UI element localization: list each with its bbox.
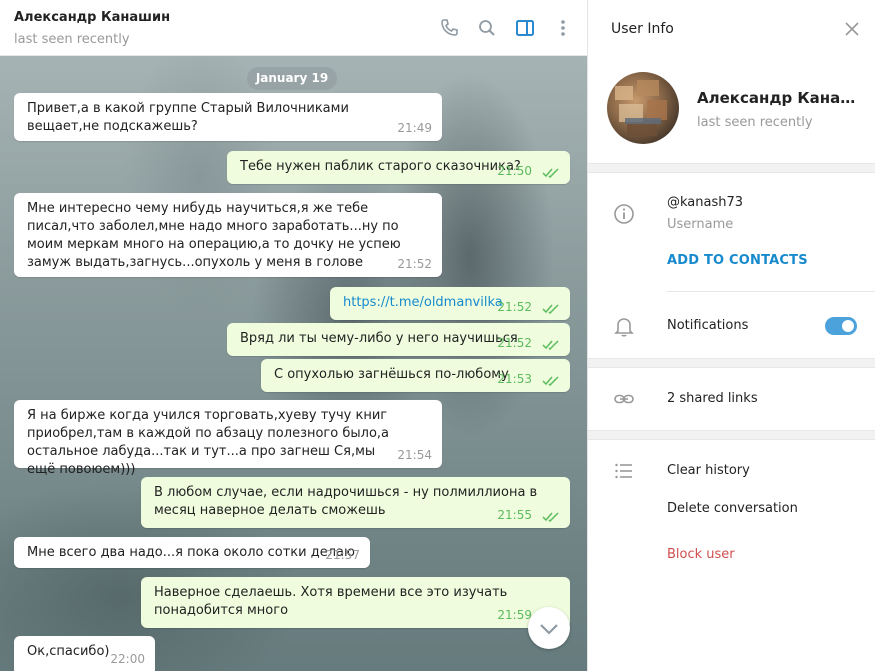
message-text: Мне всего два надо...я пока около сотки … <box>27 545 355 560</box>
message-outgoing[interactable]: Наверное сделаешь. Хотя времени все это … <box>141 577 570 628</box>
date-separator: January 19 <box>247 67 337 90</box>
username-label: Username <box>667 217 734 232</box>
message-text: Наверное сделаешь. Хотя времени все это … <box>154 585 508 618</box>
shared-links-item[interactable]: 2 shared links <box>667 391 758 406</box>
more-icon[interactable] <box>553 18 573 38</box>
message-text: Мне интересно чему нибудь научиться,я же… <box>27 201 401 270</box>
double-check-icon <box>542 512 559 522</box>
notifications-label: Notifications <box>667 318 749 333</box>
chat-status: last seen recently <box>14 32 130 47</box>
message-outgoing[interactable]: В любом случае, если надрочишься - ну по… <box>141 477 570 528</box>
panel-title: User Info <box>611 21 674 37</box>
message-text: В любом случае, если надрочишься - ну по… <box>154 485 538 518</box>
message-time: 21:49 <box>397 121 432 135</box>
profile-name: Александр Канашин <box>697 89 867 107</box>
section-divider <box>588 358 875 368</box>
avatar[interactable] <box>607 72 679 144</box>
message-time: 21:52 <box>397 257 432 271</box>
link-icon <box>614 394 634 404</box>
phone-icon[interactable] <box>439 18 459 38</box>
message-outgoing[interactable]: Вряд ли ты чему-либо у него научишься 21… <box>227 323 570 356</box>
scroll-to-bottom-button[interactable] <box>528 607 570 649</box>
message-text: Я на бирже когда учился торговать,хуеву … <box>27 408 389 477</box>
message-time: 21:52 <box>497 300 532 314</box>
message-time: 21:59 <box>497 608 532 622</box>
chat-title[interactable]: Александр Канашин <box>14 10 170 25</box>
info-icon <box>614 204 634 224</box>
message-outgoing[interactable]: Тебе нужен паблик старого сказочника? 21… <box>227 151 570 184</box>
message-outgoing[interactable]: С опухолью загнёшься по-любому 21:53 <box>261 359 570 392</box>
list-icon <box>615 463 632 479</box>
add-to-contacts-button[interactable]: ADD TO CONTACTS <box>667 253 808 268</box>
message-incoming[interactable]: Ок,спасибо) 22:00 <box>14 636 155 671</box>
message-time: 21:53 <box>497 372 532 386</box>
message-time: 21:55 <box>497 508 532 522</box>
sidebar-toggle-icon[interactable] <box>515 18 535 38</box>
chevron-down-icon <box>540 624 558 635</box>
bell-icon <box>614 318 634 337</box>
search-icon[interactable] <box>477 18 497 38</box>
user-info-panel: User Info Александр Канашин last seen re… <box>587 0 875 671</box>
message-incoming[interactable]: Я на бирже когда учился торговать,хуеву … <box>14 400 442 477</box>
profile-status: last seen recently <box>697 115 813 130</box>
message-incoming[interactable]: Мне интересно чему нибудь научиться,я же… <box>14 193 442 277</box>
message-incoming[interactable]: Привет,а в какой группе Старый Вилочника… <box>14 93 442 141</box>
notifications-toggle[interactable] <box>825 317 857 335</box>
close-icon[interactable] <box>844 21 860 37</box>
message-outgoing[interactable]: https://t.me/oldmanvilka 21:52 <box>330 287 570 320</box>
message-incoming[interactable]: Мне всего два надо...я пока около сотки … <box>14 537 370 568</box>
toggle-knob <box>840 318 856 334</box>
message-time: 21:54 <box>397 448 432 462</box>
message-time: 21:52 <box>497 336 532 350</box>
double-check-icon <box>542 340 559 350</box>
message-time: 22:00 <box>110 652 145 666</box>
chat-header: Александр Канашин last seen recently <box>0 0 587 56</box>
block-user-button[interactable]: Block user <box>667 547 735 562</box>
username-value[interactable]: @kanash73 <box>667 195 743 210</box>
chat-pane: Александр Канашин last seen recently Jan… <box>0 0 587 671</box>
message-text: Привет,а в какой группе Старый Вилочника… <box>27 101 349 134</box>
double-check-icon <box>542 304 559 314</box>
section-divider <box>588 163 875 173</box>
clear-history-button[interactable]: Clear history <box>667 463 750 478</box>
avatar-image <box>615 80 667 136</box>
section-divider <box>588 430 875 440</box>
double-check-icon <box>542 376 559 386</box>
divider <box>666 291 875 292</box>
message-time: 21:57 <box>325 548 360 562</box>
message-time: 21:50 <box>497 164 532 178</box>
double-check-icon <box>542 168 559 178</box>
delete-conversation-button[interactable]: Delete conversation <box>667 501 798 516</box>
